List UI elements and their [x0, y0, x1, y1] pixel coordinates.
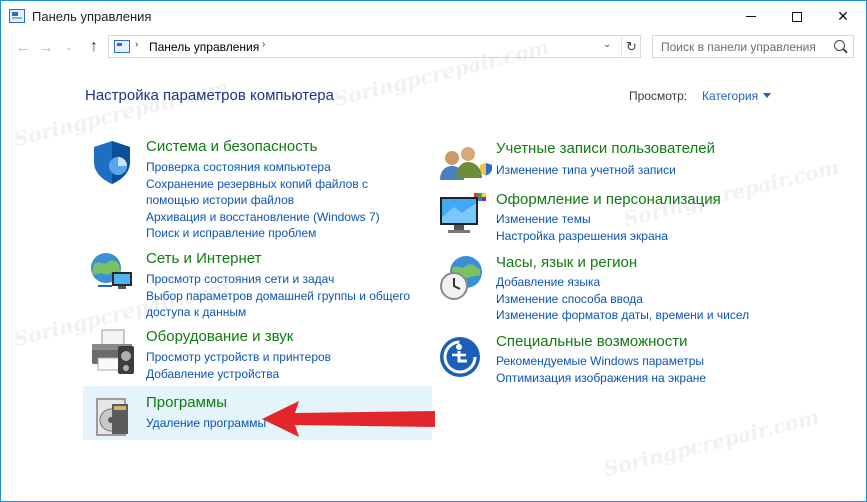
link-backup-restore[interactable]: Архивация и восстановление (Windows 7): [146, 209, 416, 226]
category-heading[interactable]: Сеть и Интернет: [146, 250, 262, 267]
category-heading[interactable]: Учетные записи пользователей: [496, 140, 715, 157]
category-heading[interactable]: Часы, язык и регион: [496, 254, 637, 271]
link-check-computer-status[interactable]: Проверка состояния компьютера: [146, 159, 416, 176]
uac-shield-icon: [480, 163, 492, 176]
link-change-input-method[interactable]: Изменение способа ввода: [496, 291, 776, 308]
link-file-history-backup[interactable]: Сохранение резервных копий файлов с помо…: [146, 176, 416, 209]
breadcrumb-separator[interactable]: ›: [135, 39, 138, 50]
address-bar[interactable]: › Панель управления › ⌄ ↻: [108, 35, 641, 58]
link-label[interactable]: Изменение типа учетной записи: [496, 163, 676, 177]
control-panel-window: Панель управления ✕ ← → ⌄ ↑ › Панель упр…: [0, 0, 867, 502]
accessibility-icon: [440, 337, 480, 377]
navigation-bar: ← → ⌄ ↑ › Панель управления › ⌄ ↻: [1, 32, 866, 62]
category-hardware-sound: Оборудование и звук Просмотр устройств и…: [88, 328, 428, 383]
category-heading[interactable]: Оборудование и звук: [146, 328, 293, 345]
watermark: Soringpcrepair.com: [601, 404, 822, 482]
view-by-dropdown[interactable]: Категория: [702, 89, 758, 103]
annotation-arrow-icon: [262, 401, 435, 437]
up-button[interactable]: ↑: [85, 38, 103, 56]
forward-button[interactable]: →: [37, 38, 55, 56]
search-input[interactable]: [661, 39, 829, 55]
search-box[interactable]: [652, 35, 854, 58]
control-panel-icon: [9, 9, 25, 23]
category-heading[interactable]: Система и безопасность: [146, 138, 317, 155]
shield-icon: [94, 141, 130, 184]
link-change-theme[interactable]: Изменение темы: [496, 211, 776, 228]
clock-globe-icon: [440, 256, 482, 300]
view-by-label: Просмотр:: [629, 89, 688, 103]
address-dropdown-button[interactable]: ⌄: [603, 39, 611, 50]
link-add-device[interactable]: Добавление устройства: [146, 366, 416, 383]
category-network-internet: Сеть и Интернет Просмотр состояния сети …: [88, 250, 428, 320]
category-system-security: Система и безопасность Проверка состояни…: [88, 138, 428, 240]
page-title: Настройка параметров компьютера: [85, 87, 334, 104]
maximize-icon: [792, 11, 802, 22]
link-optimize-display[interactable]: Оптимизация изображения на экране: [496, 370, 776, 387]
link-change-account-type[interactable]: Изменение типа учетной записи: [480, 162, 776, 179]
close-button[interactable]: ✕: [820, 1, 866, 32]
category-user-accounts: Учетные записи пользователей Изменение т…: [438, 140, 818, 185]
category-heading[interactable]: Оформление и персонализация: [496, 191, 721, 208]
refresh-button[interactable]: ↻: [621, 37, 641, 57]
link-troubleshoot[interactable]: Поиск и исправление проблем: [146, 225, 416, 242]
minimize-button[interactable]: [728, 1, 774, 32]
chevron-down-icon[interactable]: [763, 93, 771, 98]
search-icon[interactable]: [834, 40, 845, 51]
network-globe-icon: [91, 253, 132, 289]
category-clock-language-region: Часы, язык и регион Добавление языка Изм…: [438, 254, 818, 324]
link-add-language[interactable]: Добавление языка: [496, 274, 776, 291]
link-recommended-settings[interactable]: Рекомендуемые Windows параметры: [496, 353, 776, 370]
minimize-icon: [746, 16, 756, 17]
link-screen-resolution[interactable]: Настройка разрешения экрана: [496, 228, 776, 245]
breadcrumb-chevron[interactable]: ›: [262, 39, 265, 50]
link-network-status[interactable]: Просмотр состояния сети и задач: [146, 271, 426, 288]
printer-icon: [92, 329, 134, 374]
programs-disc-icon: [96, 398, 128, 436]
title-bar: Панель управления ✕: [1, 1, 866, 32]
close-icon: ✕: [837, 8, 849, 24]
category-appearance: Оформление и персонализация Изменение те…: [438, 191, 818, 246]
category-heading[interactable]: Программы: [146, 394, 227, 411]
back-button[interactable]: ←: [14, 38, 32, 56]
link-homegroup-sharing[interactable]: Выбор параметров домашней группы и общег…: [146, 288, 426, 321]
maximize-button[interactable]: [774, 1, 820, 32]
link-devices-printers[interactable]: Просмотр устройств и принтеров: [146, 349, 416, 366]
display-icon: [440, 193, 486, 233]
category-heading[interactable]: Специальные возможности: [496, 333, 688, 350]
link-change-date-formats[interactable]: Изменение форматов даты, времени и чисел: [496, 307, 776, 324]
breadcrumb-control-panel[interactable]: Панель управления: [149, 40, 259, 54]
window-title: Панель управления: [32, 9, 152, 24]
control-panel-icon: [114, 40, 130, 53]
recent-locations-button[interactable]: ⌄: [60, 38, 78, 56]
category-ease-of-access: Специальные возможности Рекомендуемые Wi…: [438, 333, 818, 388]
refresh-icon: ↻: [626, 39, 637, 54]
